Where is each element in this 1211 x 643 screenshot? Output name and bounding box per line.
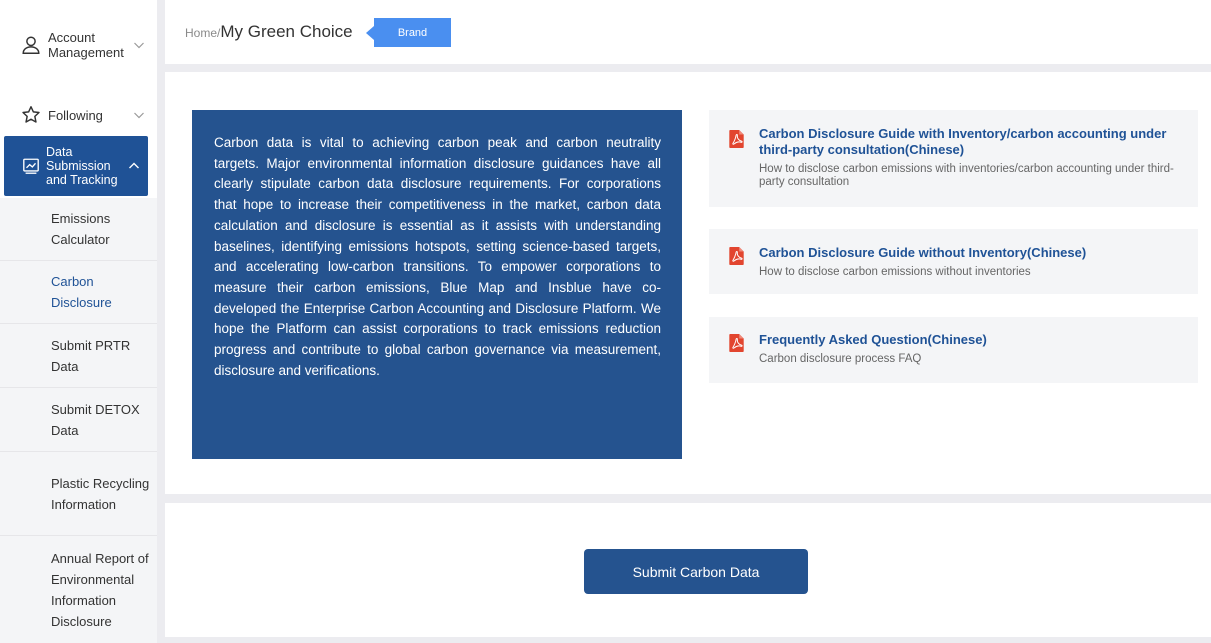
sidebar-submenu: Emissions Calculator Carbon Disclosure S… (0, 198, 157, 643)
sidebar-item-annual-report[interactable]: Annual Report of Environmental Informati… (0, 536, 157, 643)
sidebar-item-label: Data Submission and Tracking (46, 145, 118, 187)
sidebar-item-label: Submit DETOX Data (51, 401, 140, 438)
sidebar-item-data-submission[interactable]: Data Submission and Tracking (4, 136, 148, 196)
chevron-down-icon (134, 112, 144, 119)
action-card: Submit Carbon Data (165, 503, 1211, 637)
sidebar-item-submit-detox[interactable]: Submit DETOX Data (0, 388, 157, 452)
star-icon (22, 106, 40, 123)
intro-text-panel: Carbon data is vital to achieving carbon… (192, 110, 682, 459)
page-title: My Green Choice (220, 22, 353, 41)
sidebar-item-label: Submit PRTR Data (51, 337, 131, 374)
sidebar-item-account-management[interactable]: Account Management (0, 14, 157, 76)
doc-description: How to disclose carbon emissions with in… (759, 163, 1174, 188)
doc-link-faq[interactable]: Frequently Asked Question(Chinese) Carbo… (709, 317, 1198, 383)
sidebar-item-label: Plastic Recycling Information (51, 475, 150, 512)
chevron-up-icon (129, 162, 139, 169)
doc-description: Carbon disclosure process FAQ (759, 353, 922, 365)
chevron-down-icon (134, 42, 144, 49)
sidebar-item-label: Annual Report of Environmental Informati… (51, 551, 149, 629)
sidebar-item-plastic-recycling[interactable]: Plastic Recycling Information (0, 452, 157, 536)
sidebar-item-emissions-calculator[interactable]: Emissions Calculator (0, 198, 157, 261)
pdf-icon (729, 247, 744, 265)
pdf-icon (729, 130, 744, 148)
chart-icon (23, 158, 39, 174)
submit-carbon-data-button[interactable]: Submit Carbon Data (584, 549, 808, 594)
pdf-icon (729, 334, 744, 352)
sidebar: Account Management Following Data Submis… (0, 0, 157, 643)
user-icon (22, 36, 40, 54)
sidebar-item-label: Emissions Calculator (51, 211, 111, 247)
breadcrumb-home-link[interactable]: Home (185, 26, 217, 40)
sidebar-item-following[interactable]: Following (0, 94, 157, 136)
brand-tag: Brand (366, 18, 451, 47)
sidebar-item-submit-prtr[interactable]: Submit PRTR Data (0, 324, 157, 388)
sidebar-item-label: Following (48, 107, 103, 123)
sidebar-item-carbon-disclosure[interactable]: Carbon Disclosure (0, 261, 157, 324)
doc-link-with-inventory[interactable]: Carbon Disclosure Guide with Inventory/c… (709, 110, 1198, 207)
doc-title[interactable]: Frequently Asked Question(Chinese) (759, 332, 1186, 348)
doc-title[interactable]: Carbon Disclosure Guide with Inventory/c… (759, 126, 1186, 158)
doc-title[interactable]: Carbon Disclosure Guide without Inventor… (759, 245, 1186, 261)
main-card: Carbon data is vital to achieving carbon… (165, 72, 1211, 494)
doc-description: How to disclose carbon emissions without… (759, 266, 1031, 278)
top-bar: Home / My Green Choice Brand (165, 0, 1211, 64)
doc-link-without-inventory[interactable]: Carbon Disclosure Guide without Inventor… (709, 229, 1198, 294)
breadcrumb: Home / My Green Choice (185, 22, 353, 42)
sidebar-item-label: Carbon Disclosure (51, 274, 112, 310)
sidebar-item-label: Account Management (48, 30, 124, 60)
